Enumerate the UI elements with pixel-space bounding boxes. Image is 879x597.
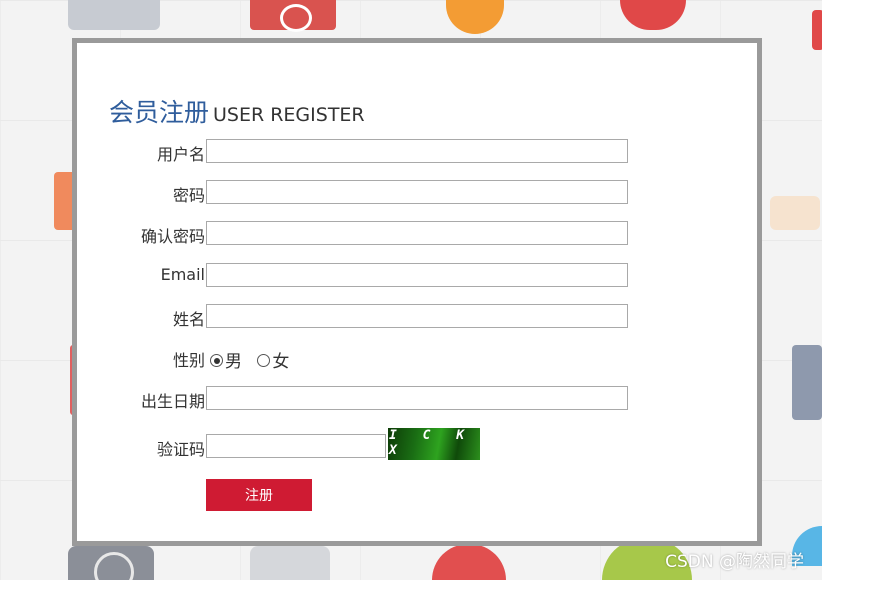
title-chinese: 会员注册 bbox=[109, 98, 210, 127]
radio-checked-icon[interactable] bbox=[210, 354, 223, 367]
captcha-image[interactable]: I C K X bbox=[388, 428, 480, 460]
confirm-password-label: 确认密码 bbox=[140, 227, 205, 246]
captcha-row: 验证码 I C K X bbox=[77, 428, 757, 460]
captcha-label: 验证码 bbox=[156, 440, 205, 459]
decor-apple-icon bbox=[620, 0, 686, 30]
password-row: 密码 bbox=[77, 180, 757, 206]
email-label: Email bbox=[160, 265, 205, 284]
decor-bottle-icon bbox=[812, 10, 822, 50]
bottom-strip bbox=[0, 580, 879, 597]
decor-laptop-icon bbox=[792, 345, 822, 420]
decor-laptop-icon bbox=[68, 0, 160, 30]
radio-unchecked-icon[interactable] bbox=[257, 354, 271, 367]
confirm-password-row: 确认密码 bbox=[77, 221, 757, 247]
confirm-password-input[interactable] bbox=[206, 221, 628, 245]
register-panel: 会员注册 USER REGISTER 用户名 密码 确认密码 Email 姓名 性… bbox=[72, 38, 762, 546]
gender-label: 性别 bbox=[172, 351, 205, 370]
username-row: 用户名 bbox=[77, 139, 757, 165]
decor-gamepad-icon bbox=[250, 546, 330, 580]
gender-option-female[interactable]: 女 bbox=[257, 347, 289, 372]
decor-tomato-icon bbox=[432, 544, 506, 580]
gender-female-label: 女 bbox=[272, 352, 290, 372]
name-row: 姓名 bbox=[77, 304, 757, 330]
password-input[interactable] bbox=[206, 180, 628, 204]
decor-fruit-icon bbox=[446, 0, 504, 34]
gender-row: 性别 男 女 bbox=[77, 345, 757, 372]
birthdate-input[interactable] bbox=[206, 386, 628, 410]
register-submit-button[interactable]: 注册 bbox=[206, 479, 312, 511]
password-label: 密码 bbox=[172, 186, 205, 205]
page-title: 会员注册 USER REGISTER bbox=[109, 91, 365, 129]
username-label: 用户名 bbox=[156, 145, 205, 164]
decor-gift-icon bbox=[250, 0, 336, 32]
decor-camera-icon bbox=[68, 546, 154, 580]
gender-option-male[interactable]: 男 bbox=[210, 347, 242, 372]
title-english: USER REGISTER bbox=[213, 104, 365, 126]
watermark-text: CSDN @陶然同学 bbox=[665, 552, 804, 572]
name-label: 姓名 bbox=[172, 310, 205, 329]
email-row: Email bbox=[77, 263, 757, 289]
gender-group: 男 女 bbox=[210, 347, 299, 372]
username-input[interactable] bbox=[206, 139, 628, 163]
decor-eggs-icon bbox=[770, 196, 820, 230]
submit-row: 注册 bbox=[77, 479, 757, 511]
gender-male-label: 男 bbox=[225, 352, 242, 372]
name-input[interactable] bbox=[206, 304, 628, 328]
captcha-input[interactable] bbox=[206, 434, 386, 458]
email-input[interactable] bbox=[206, 263, 628, 287]
birthdate-label: 出生日期 bbox=[140, 392, 205, 411]
captcha-text: I C K X bbox=[389, 428, 474, 458]
birthdate-row: 出生日期 bbox=[77, 386, 757, 412]
